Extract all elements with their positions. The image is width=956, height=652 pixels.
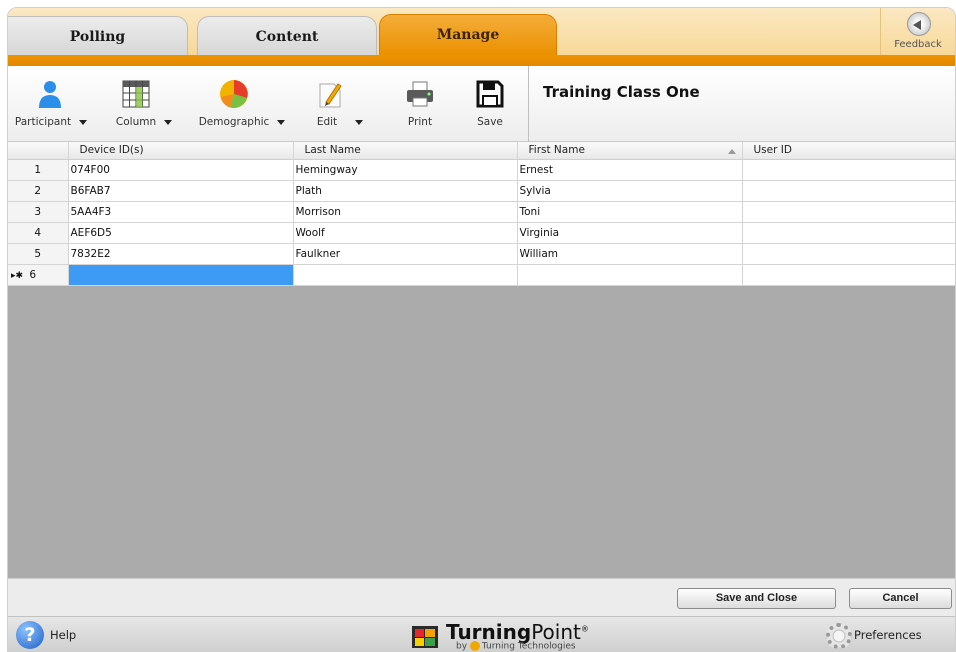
cell-first-name[interactable]: Virginia bbox=[517, 222, 743, 244]
edit-pencil-icon bbox=[319, 83, 342, 108]
save-label: Save bbox=[477, 116, 503, 128]
cell-device-id[interactable] bbox=[68, 264, 294, 286]
column-header-last-name[interactable]: Last Name bbox=[293, 142, 518, 160]
demographic-label: Demographic bbox=[198, 116, 270, 128]
dropdown-arrow-icon bbox=[79, 119, 88, 125]
participant-label: Participant bbox=[14, 116, 72, 128]
grid-columns-icon bbox=[122, 80, 150, 108]
printer-icon bbox=[407, 81, 433, 107]
speaker-icon bbox=[907, 12, 931, 36]
save-and-close-button[interactable]: Save and Close bbox=[677, 588, 836, 609]
cell-device-id[interactable]: 5AA4F3 bbox=[68, 201, 294, 223]
floppy-disk-icon bbox=[476, 80, 504, 108]
cell-first-name[interactable]: Ernest bbox=[517, 159, 743, 181]
cell-first-name[interactable] bbox=[517, 264, 743, 286]
feedback-label: Feedback bbox=[894, 39, 942, 50]
save-button[interactable]: Save bbox=[470, 66, 510, 142]
cell-last-name[interactable]: Morrison bbox=[293, 201, 518, 223]
preferences-link[interactable]: Preferences bbox=[854, 628, 922, 642]
cell-user-id[interactable] bbox=[742, 222, 955, 244]
tab-manage[interactable]: Manage bbox=[379, 14, 557, 56]
row-number: 3 bbox=[8, 201, 69, 223]
help-icon[interactable]: ? bbox=[16, 621, 44, 649]
turningpoint-logo-icon bbox=[412, 626, 438, 648]
cell-device-id[interactable]: 074F00 bbox=[68, 159, 294, 181]
column-header-user-id[interactable]: User ID bbox=[742, 142, 955, 160]
row-number: 5 bbox=[8, 243, 69, 265]
row-number: 4 bbox=[8, 222, 69, 244]
demographic-button[interactable]: Demographic bbox=[196, 66, 288, 142]
turning-logo-mark-icon bbox=[469, 641, 480, 651]
table-row[interactable]: 3 5AA4F3 Morrison Toni bbox=[8, 201, 955, 223]
dropdown-arrow-icon bbox=[277, 119, 286, 125]
gear-icon[interactable] bbox=[826, 623, 852, 649]
edit-button[interactable]: Edit bbox=[304, 66, 376, 142]
action-bar: Save and Close Cancel bbox=[8, 578, 955, 616]
edit-label: Edit bbox=[316, 116, 338, 128]
participant-grid: Device ID(s) Last Name First Name User I… bbox=[8, 142, 955, 578]
app-window: Polling Content Manage Feedback Particip… bbox=[7, 7, 956, 652]
row-number: ▸✱ 6 bbox=[8, 264, 69, 286]
column-button[interactable]: Column bbox=[108, 66, 180, 142]
cell-last-name[interactable]: Hemingway bbox=[293, 159, 518, 181]
person-icon bbox=[39, 81, 61, 108]
print-button[interactable]: Print bbox=[400, 66, 440, 142]
cell-first-name[interactable]: William bbox=[517, 243, 743, 265]
dropdown-arrow-icon bbox=[164, 119, 173, 125]
cell-device-id[interactable]: 7832E2 bbox=[68, 243, 294, 265]
active-tab-strip bbox=[8, 55, 955, 66]
cell-last-name[interactable] bbox=[293, 264, 518, 286]
feedback-button[interactable]: Feedback bbox=[880, 8, 955, 55]
tab-bar: Polling Content Manage Feedback bbox=[8, 8, 955, 56]
turning-technologies-byline: by Turning Technologies bbox=[456, 641, 576, 652]
cell-user-id[interactable] bbox=[742, 159, 955, 181]
class-title: Training Class One bbox=[528, 66, 700, 142]
cell-last-name[interactable]: Plath bbox=[293, 180, 518, 202]
footer: ? Help TurningPoint® by Turning Technolo… bbox=[8, 616, 955, 652]
pie-chart-icon bbox=[220, 80, 248, 108]
cell-first-name[interactable]: Sylvia bbox=[517, 180, 743, 202]
cell-last-name[interactable]: Faulkner bbox=[293, 243, 518, 265]
new-row-marker-icon: ▸✱ bbox=[11, 270, 24, 281]
table-row[interactable]: 1 074F00 Hemingway Ernest bbox=[8, 159, 955, 181]
sort-ascending-icon bbox=[727, 149, 736, 155]
tab-polling[interactable]: Polling bbox=[8, 16, 188, 55]
column-label: Column bbox=[115, 116, 157, 128]
cell-user-id[interactable] bbox=[742, 180, 955, 202]
column-header-device-id[interactable]: Device ID(s) bbox=[68, 142, 294, 160]
column-header-first-name[interactable]: First Name bbox=[517, 142, 743, 160]
cell-user-id[interactable] bbox=[742, 201, 955, 223]
table-row[interactable]: 4 AEF6D5 Woolf Virginia bbox=[8, 222, 955, 244]
cell-device-id[interactable]: B6FAB7 bbox=[68, 180, 294, 202]
cancel-button[interactable]: Cancel bbox=[849, 588, 952, 609]
participant-button[interactable]: Participant bbox=[8, 66, 94, 142]
dropdown-arrow-icon bbox=[355, 119, 364, 125]
table-row[interactable]: 2 B6FAB7 Plath Sylvia bbox=[8, 180, 955, 202]
new-row[interactable]: ▸✱ 6 bbox=[8, 264, 955, 286]
cell-last-name[interactable]: Woolf bbox=[293, 222, 518, 244]
table-row[interactable]: 5 7832E2 Faulkner William bbox=[8, 243, 955, 265]
cell-user-id[interactable] bbox=[742, 243, 955, 265]
row-header-corner bbox=[8, 142, 69, 160]
print-label: Print bbox=[407, 116, 433, 128]
help-link[interactable]: Help bbox=[50, 628, 76, 642]
cell-user-id[interactable] bbox=[742, 264, 955, 286]
cell-first-name[interactable]: Toni bbox=[517, 201, 743, 223]
row-number: 1 bbox=[8, 159, 69, 181]
cell-device-id[interactable]: AEF6D5 bbox=[68, 222, 294, 244]
row-number: 2 bbox=[8, 180, 69, 202]
tab-content[interactable]: Content bbox=[197, 16, 377, 55]
toolbar: Participant Column Demographic Edit Prin… bbox=[8, 66, 955, 142]
